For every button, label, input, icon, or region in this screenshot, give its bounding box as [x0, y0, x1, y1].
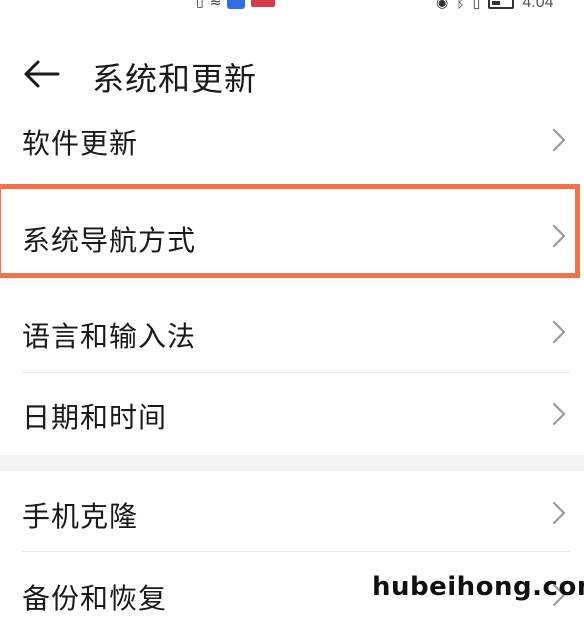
- settings-item-label: 手机克隆: [22, 500, 139, 533]
- settings-item-label: 备份和恢复: [22, 582, 168, 615]
- settings-item-label: 软件更新: [22, 127, 139, 160]
- settings-item-label: 语言和输入法: [22, 320, 197, 353]
- status-bar-right: ◉ ᛒ ▯ 4:04: [436, 0, 553, 12]
- battery-icon: [488, 0, 515, 9]
- chevron-right-icon: [552, 128, 566, 152]
- chevron-right-icon: [552, 320, 566, 344]
- status-bar-left: ▯ ≋: [196, 0, 276, 10]
- chevron-right-icon: [552, 402, 566, 426]
- sim-icon: ▯: [196, 0, 204, 10]
- chevron-right-icon: [552, 501, 566, 525]
- eye-comfort-icon: ◉: [436, 0, 449, 11]
- section-divider: [0, 455, 584, 471]
- brand-logo-icon: [251, 0, 276, 7]
- watermark: hubeihong.com: [372, 572, 584, 602]
- settings-item-language-input[interactable]: 语言和输入法: [0, 286, 584, 376]
- bluetooth-icon: ᛒ: [456, 0, 465, 11]
- settings-item-label: 日期和时间: [22, 401, 168, 434]
- status-time: 4:04: [522, 0, 554, 11]
- arrow-left-icon[interactable]: [22, 58, 62, 90]
- vibrate-icon: ▯: [472, 0, 481, 11]
- settings-item-software-update[interactable]: 软件更新: [0, 94, 584, 184]
- app-notification-icon: [227, 0, 246, 9]
- app-header: 系统和更新: [0, 48, 584, 100]
- status-bar: ▯ ≋ ◉ ᛒ ▯ 4:04: [0, 0, 584, 18]
- highlight-box: [0, 184, 580, 278]
- wifi-icon: ≋: [209, 0, 222, 10]
- settings-item-phone-clone[interactable]: 手机克隆: [0, 471, 584, 561]
- settings-item-date-time[interactable]: 日期和时间: [0, 372, 584, 462]
